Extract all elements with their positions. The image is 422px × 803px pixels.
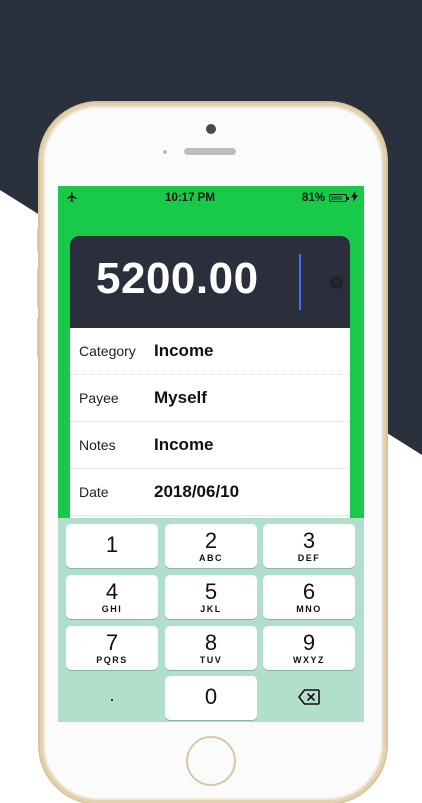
key-letters: GHI (101, 604, 123, 614)
status-bar: 10:17 PM 81% (58, 186, 364, 210)
key-letters: WXYZ (293, 655, 325, 665)
key-digit: 0 (204, 684, 218, 709)
bolt-icon (351, 191, 358, 205)
key-decimal[interactable]: . (66, 676, 158, 720)
key-1[interactable]: 1 (66, 524, 158, 568)
front-camera (206, 124, 216, 134)
field-value: 2018/06/10 (154, 482, 240, 501)
key-digit: 1 (105, 532, 119, 557)
key-digit: . (109, 685, 115, 705)
battery-icon (328, 194, 349, 202)
amount-value: 5200.00 (96, 254, 259, 303)
key-letters: MNO (296, 604, 322, 614)
key-3[interactable]: 3 DEF (263, 524, 355, 568)
field-label: Date (79, 484, 109, 500)
key-5[interactable]: 5 JKL (165, 575, 257, 619)
backspace-icon (298, 689, 320, 710)
proximity-sensor (163, 150, 167, 154)
status-right: 81% (302, 191, 358, 205)
key-7[interactable]: 7 PQRS (66, 626, 158, 670)
field-row-notes[interactable]: Notes Income (70, 422, 350, 469)
key-digit: 6 (302, 579, 316, 604)
airplane-icon (66, 191, 78, 206)
field-row-payee[interactable]: Payee Myself (70, 375, 350, 422)
key-digit: 7 (105, 630, 119, 655)
key-letters: TUV (199, 655, 223, 665)
key-4[interactable]: 4 GHI (66, 575, 158, 619)
field-label: Notes (79, 437, 116, 453)
key-8[interactable]: 8 TUV (165, 626, 257, 670)
field-value: Myself (154, 388, 207, 407)
status-time: 10:17 PM (165, 192, 215, 204)
field-value: Income (154, 341, 214, 360)
key-letters: JKL (200, 604, 222, 614)
battery-fill (330, 196, 343, 200)
numeric-keypad: 1 2 ABC 3 DEF 4 GHI 5 JKL 6 MNO 7 PQRS 8… (58, 518, 364, 722)
field-row-category[interactable]: Category Income (70, 328, 350, 375)
key-letters: ABC (199, 553, 223, 563)
key-0[interactable]: 0 (165, 676, 257, 720)
field-label: Category (79, 343, 136, 359)
key-6[interactable]: 6 MNO (263, 575, 355, 619)
key-9[interactable]: 9 WXYZ (263, 626, 355, 670)
text-cursor (299, 254, 301, 310)
battery-percent: 81% (301, 192, 325, 204)
amount-display[interactable]: 5200.00 ✕ (70, 236, 350, 328)
key-digit: 8 (204, 630, 218, 655)
key-digit: 5 (204, 579, 218, 604)
key-digit: 3 (302, 528, 316, 553)
home-button[interactable] (186, 736, 236, 786)
key-digit: 9 (302, 630, 316, 655)
key-digit: 2 (204, 528, 218, 553)
field-row-date[interactable]: Date 2018/06/10 (70, 469, 350, 516)
field-label: Payee (79, 390, 119, 406)
field-value: Income (154, 435, 214, 454)
key-2[interactable]: 2 ABC (165, 524, 257, 568)
earpiece-speaker (184, 148, 236, 155)
key-letters: PQRS (96, 655, 128, 665)
app-screen: 10:17 PM 81% 5200.00 ✕ Category Income P… (58, 186, 364, 722)
backspace-key[interactable] (263, 676, 355, 720)
key-digit: 4 (105, 579, 119, 604)
transaction-card: 5200.00 ✕ Category Income Payee Myself N… (70, 236, 350, 536)
clear-icon[interactable]: ✕ (330, 276, 343, 289)
key-letters: DEF (297, 553, 321, 563)
